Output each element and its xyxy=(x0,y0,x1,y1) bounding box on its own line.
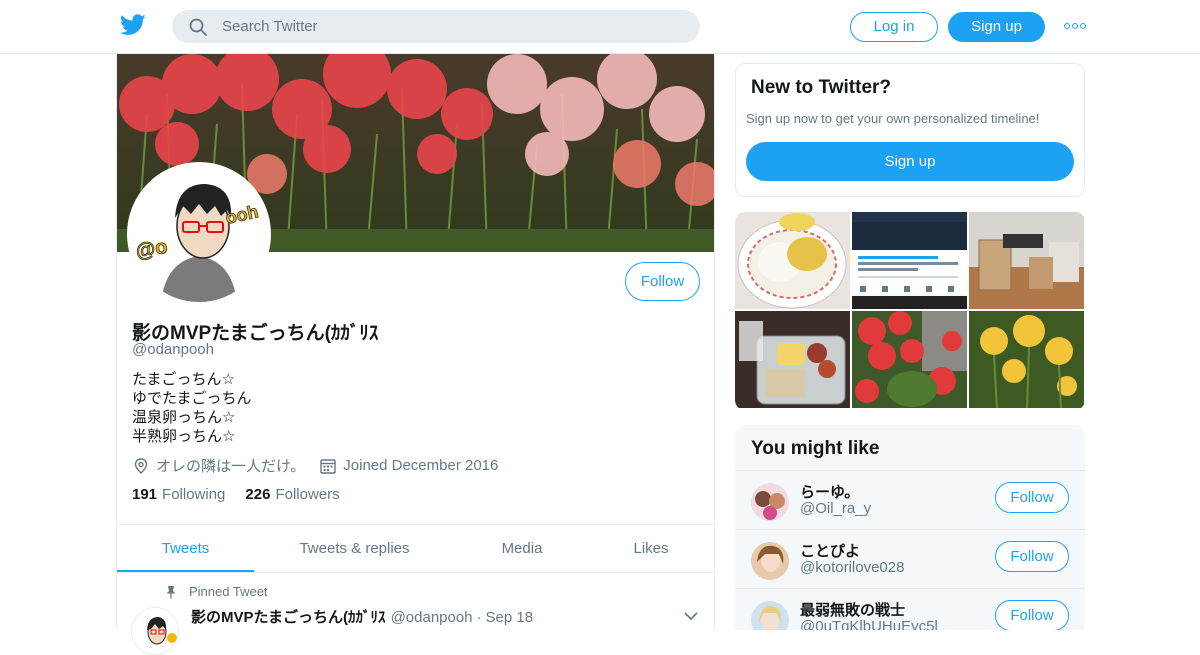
media-thumbnail[interactable] xyxy=(969,311,1084,408)
new-to-twitter-subtitle: Sign up now to get your own personalized… xyxy=(746,111,1040,126)
profile-meta: オレの隣は一人だけ。 Joined December 2016 xyxy=(132,455,498,476)
following-stat[interactable]: 191 Following xyxy=(132,486,225,503)
followers-label: Followers xyxy=(275,486,340,503)
signup-button[interactable]: Sign up xyxy=(948,12,1045,42)
suggested-user-row[interactable]: 最弱無敗の戦士 @0uTqKlbUHuEyc5l Follow xyxy=(735,588,1085,630)
tab-tweets[interactable]: Tweets xyxy=(117,525,254,572)
new-to-twitter-card: New to Twitter? Sign up now to get your … xyxy=(735,63,1085,197)
pinned-tweet-indicator: Pinned Tweet xyxy=(165,584,268,599)
profile-column: @o ooh Follow 影のMVPたまごっちん(ｶｶﾞﾘｽ @odanpoo… xyxy=(116,54,715,655)
you-might-like-title: You might like xyxy=(751,438,880,459)
signup-large-button[interactable]: Sign up xyxy=(746,142,1074,181)
bio-line: ゆでたまごっちん xyxy=(132,390,252,407)
media-thumbnail[interactable] xyxy=(735,311,850,408)
bio-line: たまごっちん☆ xyxy=(132,371,235,388)
profile-tabs: Tweets Tweets & replies Media Likes xyxy=(117,524,714,573)
chevron-down-icon[interactable] xyxy=(683,610,699,622)
pin-icon xyxy=(166,585,176,598)
suggested-user-handle: @kotorilove028 xyxy=(800,559,905,576)
new-to-twitter-title: New to Twitter? xyxy=(751,77,892,98)
suggested-user-handle: @0uTqKlbUHuEyc5l xyxy=(800,618,938,630)
following-label: Following xyxy=(162,486,226,503)
tab-likes[interactable]: Likes xyxy=(617,525,685,572)
calendar-icon xyxy=(320,458,336,474)
location-icon xyxy=(134,457,148,474)
followers-stat[interactable]: 226 Followers xyxy=(245,486,339,503)
you-might-like-card: You might like らーゆ。 @Oil_ra_y Follow ことぴ… xyxy=(735,425,1085,630)
media-thumbnail[interactable] xyxy=(852,212,967,309)
suggested-user-name[interactable]: らーゆ。 xyxy=(800,481,859,502)
tab-tweets-and-replies[interactable]: Tweets & replies xyxy=(277,525,432,572)
more-dots-icon[interactable] xyxy=(1064,18,1086,34)
tweet-date[interactable]: Sep 18 xyxy=(486,609,534,626)
following-count: 191 xyxy=(132,486,158,503)
tweet-header: 影のMVPたまごっちん(ｶｶﾞﾘｽ @odanpooh · Sep 18 xyxy=(191,606,533,627)
profile-location: オレの隣は一人だけ。 xyxy=(156,458,306,475)
suggested-user-row[interactable]: らーゆ。 @Oil_ra_y Follow xyxy=(735,470,1085,529)
tweet-author-handle[interactable]: @odanpooh xyxy=(391,609,473,626)
follow-button[interactable]: Follow xyxy=(995,482,1069,513)
photos-videos-grid xyxy=(735,212,1085,410)
media-thumbnail[interactable] xyxy=(735,212,850,309)
avatar[interactable] xyxy=(751,601,789,630)
profile-stats: 191 Following 226 Followers xyxy=(132,486,360,503)
profile-avatar[interactable]: @o ooh xyxy=(127,162,271,306)
follow-button[interactable]: Follow xyxy=(995,541,1069,572)
login-button[interactable]: Log in xyxy=(850,12,938,42)
tweet-avatar[interactable] xyxy=(131,607,179,655)
suggested-user-handle: @Oil_ra_y xyxy=(800,500,872,517)
top-navigation-bar: Log in Sign up xyxy=(0,0,1200,54)
tweet-separator: · xyxy=(476,609,482,626)
search-box[interactable] xyxy=(172,10,700,43)
twitter-bird-icon[interactable] xyxy=(120,14,146,36)
tweet-author-name[interactable]: 影のMVPたまごっちん(ｶｶﾞﾘｽ xyxy=(191,606,386,627)
search-icon xyxy=(189,18,207,36)
pinned-label: Pinned Tweet xyxy=(189,584,268,599)
search-input[interactable] xyxy=(222,10,682,43)
media-thumbnail[interactable] xyxy=(969,212,1084,309)
tab-media[interactable]: Media xyxy=(487,525,557,572)
suggested-user-row[interactable]: ことぴよ @kotorilove028 Follow xyxy=(735,529,1085,588)
bio-line: 温泉卵っちん☆ xyxy=(132,409,236,426)
profile-bio: たまごっちん☆ ゆでたまごっちん 温泉卵っちん☆ 半熟卵っちん☆ xyxy=(132,370,252,446)
profile-handle[interactable]: @odanpooh xyxy=(132,341,214,358)
bio-line: 半熟卵っちん☆ xyxy=(132,428,236,445)
follow-button[interactable]: Follow xyxy=(995,600,1069,630)
suggested-user-name[interactable]: ことぴよ xyxy=(800,540,860,561)
follow-button[interactable]: Follow xyxy=(625,262,700,301)
media-thumbnail[interactable] xyxy=(852,311,967,408)
followers-count: 226 xyxy=(245,486,271,503)
suggested-user-name[interactable]: 最弱無敗の戦士 xyxy=(800,599,905,620)
avatar[interactable] xyxy=(751,542,789,580)
avatar[interactable] xyxy=(751,483,789,521)
profile-joined-date: Joined December 2016 xyxy=(343,457,499,474)
